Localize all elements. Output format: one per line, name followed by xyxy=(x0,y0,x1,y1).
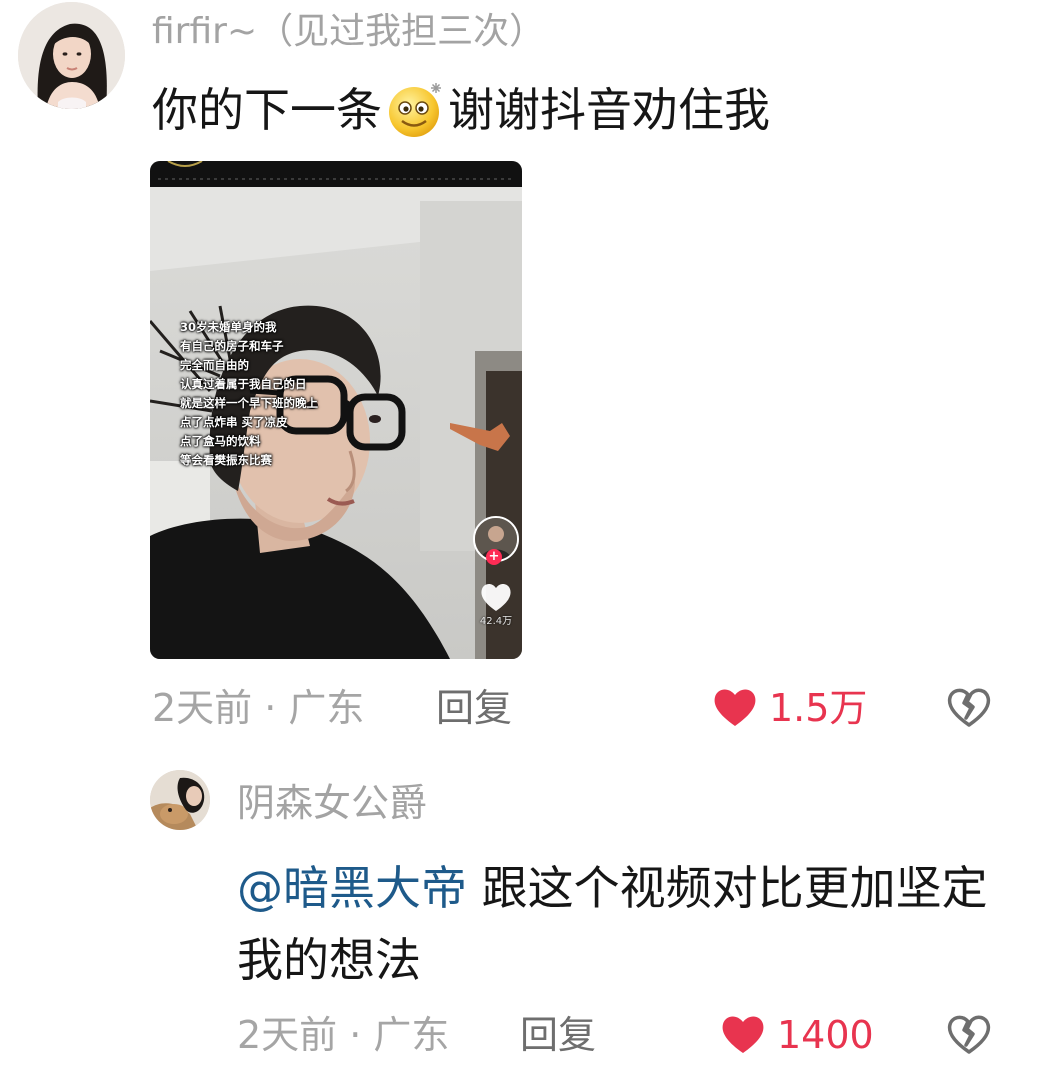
video-like-icon[interactable] xyxy=(479,581,513,613)
video-caption-line: 等会看樊振东比赛 xyxy=(180,453,272,467)
dislike-broken-heart-icon[interactable] xyxy=(946,686,992,728)
video-caption: 30岁未婚单身的我 有自己的房子和车子 完全而自由的 认真过着属于我自己的日 就… xyxy=(180,318,318,470)
like-count: 1400 xyxy=(777,1013,874,1057)
video-caption-line: 有自己的房子和车子 xyxy=(180,339,284,353)
like-heart-icon[interactable] xyxy=(720,1013,766,1055)
reply-comment-text: @暗黑大帝 跟这个视频对比更加坚定我的想法 xyxy=(237,852,997,996)
dizzy-smile-emoji-icon xyxy=(386,81,444,139)
comment-thread: firfir~（见过我担三次） 你的下一条 谢谢抖音劝住我 42.4万 + 30… xyxy=(0,0,1050,1065)
video-caption-line: 完全而自由的 xyxy=(180,358,249,372)
comment-meta: 2天前 · 广东 xyxy=(152,686,365,730)
video-caption-line: 点了点炸串 买了凉皮 xyxy=(180,415,288,429)
reply-button[interactable]: 回复 xyxy=(436,683,512,733)
comment-text: 你的下一条 谢谢抖音劝住我 xyxy=(152,80,770,140)
video-caption-line: 30岁未婚单身的我 xyxy=(180,320,277,334)
commenter-avatar[interactable] xyxy=(18,2,125,109)
video-caption-line: 认真过着属于我自己的日 xyxy=(180,377,307,391)
mention-link[interactable]: @暗黑大帝 xyxy=(237,861,467,915)
video-like-count: 42.4万 xyxy=(479,616,513,627)
comment-text-part: 你的下一条 xyxy=(152,83,382,137)
comment-text-part: 谢谢抖音劝住我 xyxy=(448,83,770,137)
video-caption-line: 点了盒马的饮料 xyxy=(180,434,261,448)
reply-commenter-avatar[interactable] xyxy=(150,770,210,830)
dislike-broken-heart-icon[interactable] xyxy=(946,1013,992,1055)
reply-button[interactable]: 回复 xyxy=(520,1010,596,1060)
like-heart-icon[interactable] xyxy=(712,686,758,728)
bottom-edge xyxy=(0,1058,1050,1065)
reply-comment-meta: 2天前 · 广东 xyxy=(237,1013,450,1057)
reply-commenter-username[interactable]: 阴森女公爵 xyxy=(237,778,427,828)
video-caption-line: 就是这样一个早下班的晚上 xyxy=(180,396,318,410)
commenter-username[interactable]: firfir~（见过我担三次） xyxy=(152,8,545,56)
video-follow-button[interactable]: + xyxy=(486,549,502,565)
like-count: 1.5万 xyxy=(769,686,868,730)
